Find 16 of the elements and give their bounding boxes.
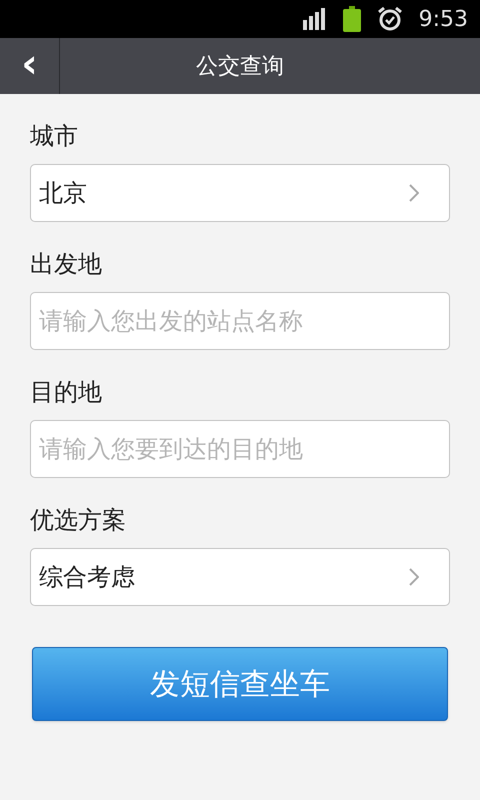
field-label: 城市	[30, 121, 78, 152]
input-field[interactable]: 请输入您出发的站点名称	[30, 292, 450, 350]
signal-icon	[302, 8, 327, 30]
chevron-right-icon	[409, 184, 419, 202]
input-field[interactable]: 请输入您要到达的目的地	[30, 420, 450, 478]
status-time: 9:53	[418, 6, 468, 34]
battery-icon	[342, 6, 361, 32]
field-label: 目的地	[30, 377, 102, 408]
back-button[interactable]: ‹	[0, 38, 60, 94]
chevron-right-icon	[409, 568, 419, 586]
field-label: 出发地	[30, 249, 102, 280]
select-field[interactable]: 北京	[30, 164, 450, 222]
select-field[interactable]: 综合考虑	[30, 548, 450, 606]
page-title: 公交查询	[196, 52, 284, 80]
alarm-clock-icon	[376, 6, 403, 32]
field-label: 优选方案	[30, 505, 126, 536]
